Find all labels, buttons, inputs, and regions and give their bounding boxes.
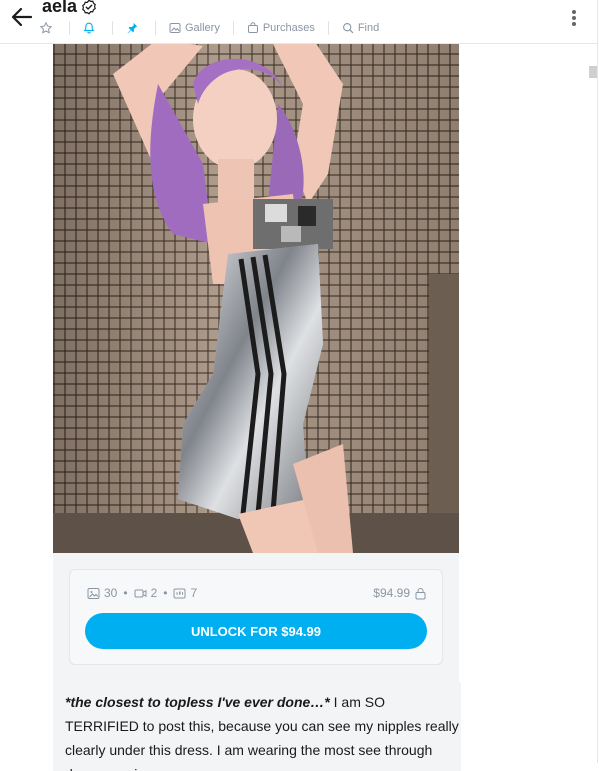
tab-divider [112, 21, 113, 35]
unlock-button[interactable]: UNLOCK FOR $94.99 [85, 613, 427, 649]
caption-emphasis: *the closest to topless I've ever done…* [65, 694, 330, 710]
tab-divider [155, 21, 156, 35]
back-arrow-icon[interactable] [10, 6, 34, 28]
video-count: 2 [150, 586, 158, 600]
dot-separator: • [163, 586, 168, 600]
tab-purchases-label: Purchases [262, 22, 315, 34]
gif-count-icon [173, 588, 186, 598]
tab-divider [232, 21, 234, 35]
person-figure [113, 44, 353, 553]
tab-divider [327, 21, 329, 35]
tab-favorite[interactable] [40, 22, 56, 34]
tab-purchases[interactable]: Purchases [247, 22, 315, 34]
unlock-card: 30 • 2 • 7 $94.99 UNLOCK FOR $94.99 [69, 569, 443, 665]
tab-gallery[interactable]: Gallery [169, 22, 220, 34]
gif-count: 7 [190, 586, 198, 600]
search-icon [342, 23, 354, 34]
photo-count: 30 [104, 586, 118, 600]
scrollbar-thumb[interactable] [589, 66, 597, 78]
dot-separator: • [123, 586, 128, 600]
lock-icon [415, 587, 426, 599]
tab-notifications[interactable] [83, 22, 99, 34]
more-options-icon[interactable] [569, 8, 579, 26]
photo-count-icon [87, 587, 100, 599]
pin-icon [127, 22, 138, 34]
tab-pin[interactable] [126, 22, 142, 34]
post-photo[interactable] [53, 44, 459, 553]
profile-tabs: Gallery Purchases Find [40, 20, 379, 36]
page-border [597, 0, 598, 763]
verified-badge-icon [82, 0, 96, 15]
profile-title[interactable]: aela [42, 0, 97, 17]
tab-divider [69, 21, 70, 35]
post-price: $94.99 [373, 586, 426, 600]
profile-name: aela [42, 0, 78, 16]
profile-header: aela Gallery Purchases Find [0, 0, 597, 44]
image-icon [169, 23, 181, 33]
star-icon [40, 22, 52, 34]
bell-icon [83, 22, 95, 34]
video-count-icon [134, 589, 147, 597]
bag-icon [247, 22, 258, 33]
media-counts: 30 • 2 • 7 [87, 586, 197, 600]
tab-find[interactable]: Find [342, 22, 379, 34]
price-value: $94.99 [373, 586, 410, 600]
tab-find-label: Find [357, 22, 380, 34]
post-caption: *the closest to topless I've ever done…*… [53, 682, 461, 771]
tab-gallery-label: Gallery [185, 22, 220, 34]
